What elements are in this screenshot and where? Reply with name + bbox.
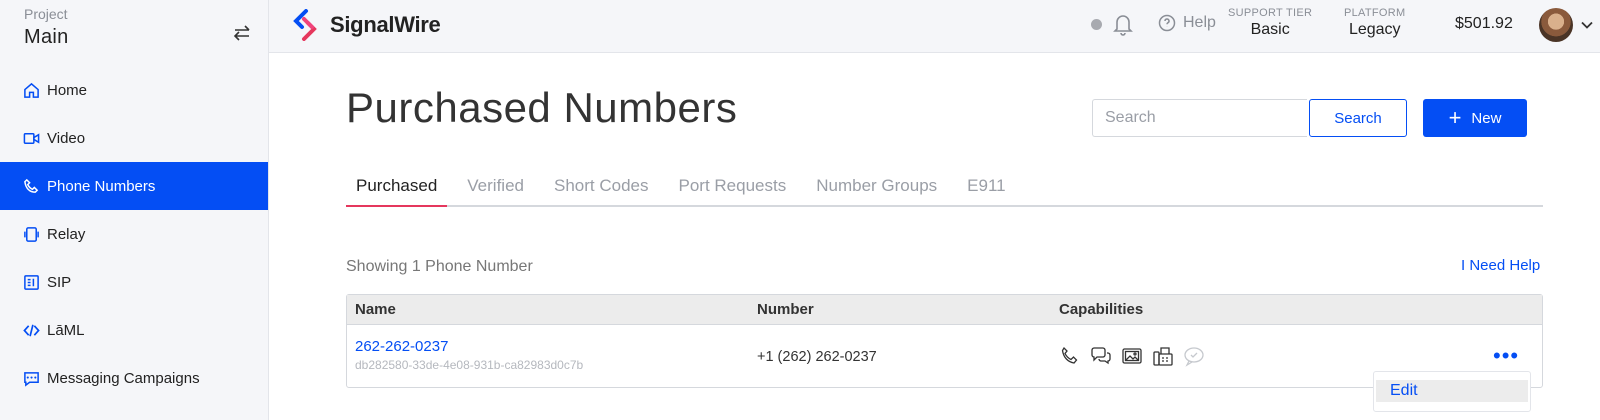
support-tier-label: SUPPORT TIER bbox=[1228, 7, 1313, 19]
tab-port-requests[interactable]: Port Requests bbox=[668, 166, 796, 205]
platform-label: PLATFORM bbox=[1344, 7, 1406, 19]
column-header-name[interactable]: Name bbox=[355, 301, 396, 318]
account-balance: $501.92 bbox=[1455, 15, 1513, 32]
message-icon bbox=[23, 370, 40, 387]
sidebar-item-sip[interactable]: SIP bbox=[0, 258, 268, 306]
capabilities bbox=[1059, 345, 1214, 367]
top-bar: SignalWire Help SUPPORT TIER Basic PLATF… bbox=[269, 0, 1600, 53]
sidebar-item-phone-numbers[interactable]: Phone Numbers bbox=[0, 162, 268, 210]
need-help-link[interactable]: I Need Help bbox=[1461, 257, 1540, 274]
table-row: 262-262-0237 db282580-33de-4e08-931b-ca8… bbox=[347, 325, 1542, 388]
column-header-capabilities: Capabilities bbox=[1059, 301, 1144, 318]
video-icon bbox=[23, 130, 40, 147]
platform: PLATFORM Legacy bbox=[1344, 7, 1405, 39]
sidebar-item-label: SIP bbox=[47, 273, 72, 291]
sip-icon bbox=[23, 274, 40, 291]
tab-purchased[interactable]: Purchased bbox=[346, 166, 448, 207]
messaging-icon bbox=[1090, 345, 1112, 367]
fax-icon bbox=[1152, 345, 1174, 367]
search-button[interactable]: Search bbox=[1309, 99, 1407, 137]
brand-logo[interactable]: SignalWire bbox=[292, 9, 441, 41]
row-actions-menu[interactable]: ••• bbox=[1493, 345, 1519, 367]
column-header-number[interactable]: Number bbox=[757, 301, 814, 318]
chevron-down-icon[interactable] bbox=[1580, 18, 1594, 32]
platform-value: Legacy bbox=[1348, 21, 1401, 38]
tab-bar: Purchased Verified Short Codes Port Requ… bbox=[346, 166, 1543, 207]
sidebar-item-messaging-campaigns[interactable]: Messaging Campaigns bbox=[0, 354, 268, 402]
voice-icon bbox=[1059, 345, 1081, 367]
table-header: Name Number Capabilities bbox=[347, 295, 1542, 325]
relay-icon bbox=[23, 226, 40, 243]
new-number-button[interactable]: + New bbox=[1423, 99, 1527, 137]
sidebar-item-home[interactable]: Home bbox=[0, 66, 268, 114]
sidebar-nav: Home Video Phone Numbers Relay SIP LāML … bbox=[0, 66, 268, 402]
sidebar-item-label: Home bbox=[47, 81, 88, 99]
main-content: SignalWire Help SUPPORT TIER Basic PLATF… bbox=[269, 0, 1600, 420]
help-button[interactable]: Help bbox=[1158, 14, 1216, 32]
mms-icon bbox=[1121, 345, 1143, 367]
sidebar-item-video[interactable]: Video bbox=[0, 114, 268, 162]
edit-menu-item[interactable]: Edit bbox=[1376, 380, 1528, 402]
signalwire-logo-icon bbox=[293, 9, 317, 41]
search-input[interactable] bbox=[1092, 99, 1307, 137]
support-tier-value: Basic bbox=[1250, 21, 1290, 38]
avatar[interactable] bbox=[1539, 8, 1573, 42]
sidebar-item-relay[interactable]: Relay bbox=[0, 210, 268, 258]
phone-number: +1 (262) 262-0237 bbox=[757, 349, 877, 365]
chat-icon bbox=[1183, 345, 1205, 367]
number-sid: db282580-33de-4e08-931b-ca82983d0c7b bbox=[355, 358, 584, 372]
swap-arrows-icon[interactable] bbox=[232, 24, 252, 42]
results-count: Showing 1 Phone Number bbox=[346, 258, 533, 275]
tab-number-groups[interactable]: Number Groups bbox=[806, 166, 947, 205]
numbers-table: Name Number Capabilities 262-262-0237 db… bbox=[346, 294, 1543, 388]
phone-icon bbox=[23, 178, 40, 195]
status-indicator bbox=[1091, 19, 1102, 30]
sidebar: Project Main Home Video Phone Numbers Re… bbox=[0, 0, 269, 420]
new-button-label: New bbox=[1471, 109, 1502, 127]
page-title: Purchased Numbers bbox=[346, 84, 738, 131]
row-actions-dropdown: Edit bbox=[1373, 371, 1531, 412]
sidebar-item-label: LāML bbox=[47, 321, 85, 339]
bell-icon[interactable] bbox=[1112, 12, 1134, 36]
project-selector[interactable]: Project Main bbox=[0, 0, 268, 66]
help-label: Help bbox=[1183, 14, 1216, 31]
number-name-link[interactable]: 262-262-0237 bbox=[355, 338, 448, 355]
sidebar-item-label: Video bbox=[47, 129, 86, 147]
home-icon bbox=[23, 82, 40, 99]
sidebar-item-label: Messaging Campaigns bbox=[47, 369, 200, 387]
sidebar-item-label: Relay bbox=[47, 225, 86, 243]
sidebar-item-label: Phone Numbers bbox=[47, 177, 156, 195]
support-tier: SUPPORT TIER Basic bbox=[1228, 7, 1312, 39]
project-label: Project bbox=[24, 6, 68, 22]
tab-e911[interactable]: E911 bbox=[957, 166, 1015, 205]
brand-name: SignalWire bbox=[330, 12, 441, 37]
tab-short-codes[interactable]: Short Codes bbox=[544, 166, 659, 205]
tab-verified[interactable]: Verified bbox=[457, 166, 534, 205]
question-circle-icon bbox=[1158, 14, 1176, 32]
sidebar-item-laml[interactable]: LāML bbox=[0, 306, 268, 354]
code-icon bbox=[23, 322, 40, 339]
plus-icon: + bbox=[1448, 105, 1462, 130]
